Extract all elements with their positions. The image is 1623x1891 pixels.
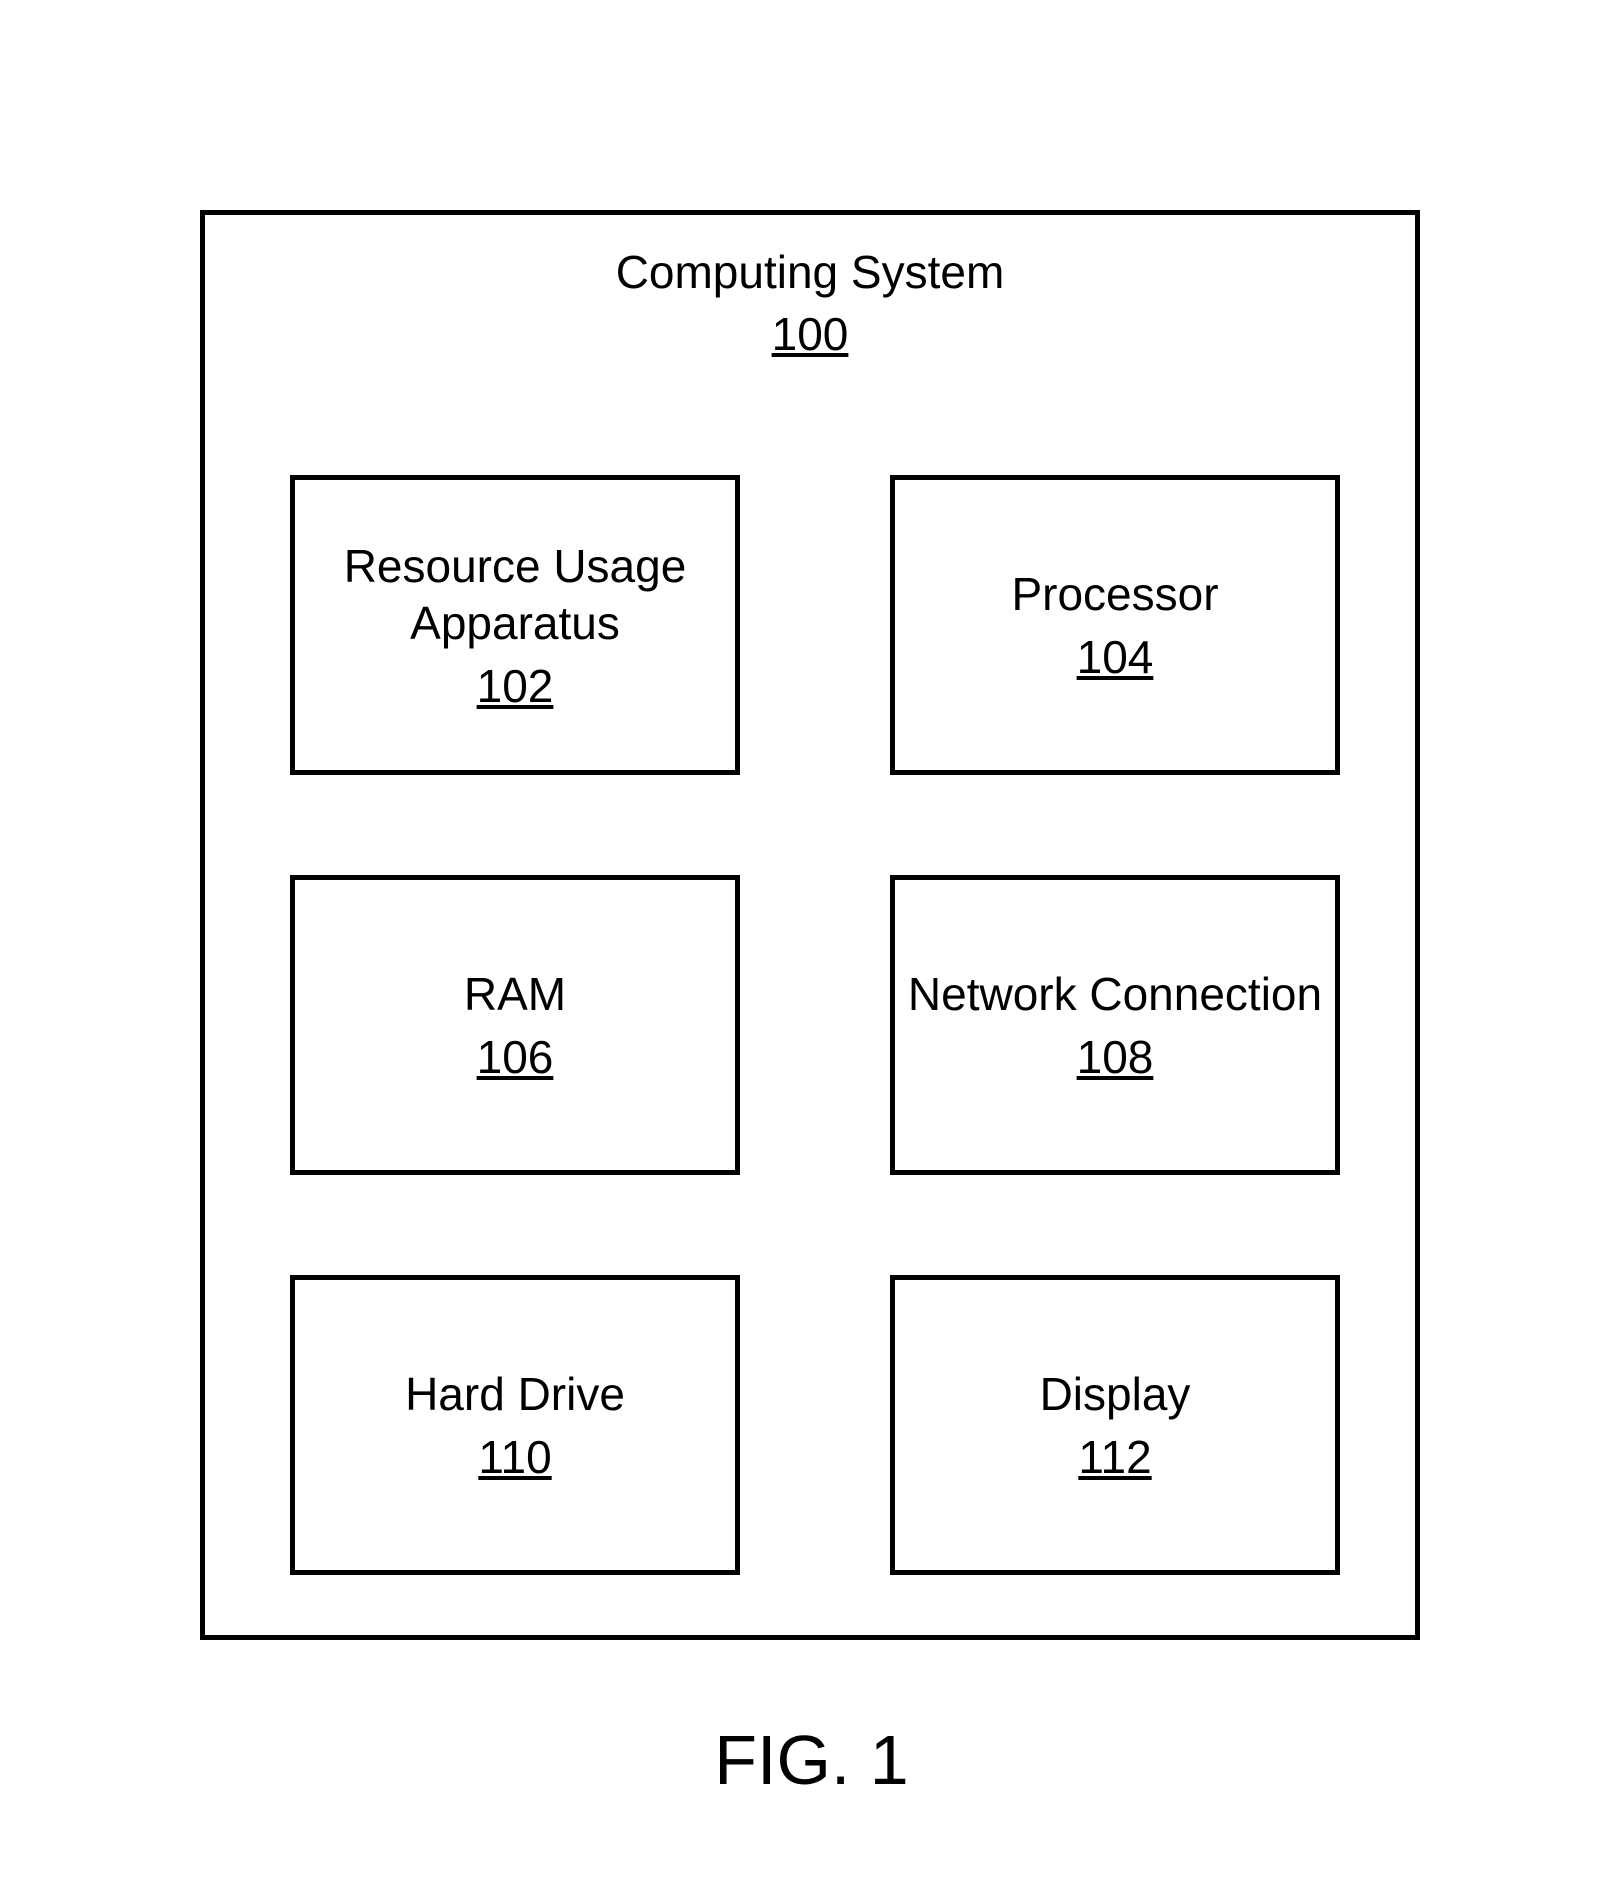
computing-system-box: Computing System 100 Resource Usage Appa…	[200, 210, 1420, 1640]
component-network-connection: Network Connection 108	[890, 875, 1340, 1175]
figure-caption: FIG. 1	[0, 1720, 1623, 1800]
component-label: Display	[1040, 1366, 1191, 1424]
component-hard-drive: Hard Drive 110	[290, 1275, 740, 1575]
system-title: Computing System	[205, 243, 1415, 303]
component-label: Network Connection	[908, 966, 1322, 1024]
component-resource-usage-apparatus: Resource Usage Apparatus 102	[290, 475, 740, 775]
component-ref: 112	[1078, 1430, 1151, 1484]
component-ref: 106	[477, 1030, 554, 1084]
component-ram: RAM 106	[290, 875, 740, 1175]
system-ref: 100	[205, 307, 1415, 361]
components-grid: Resource Usage Apparatus 102 Processor 1…	[290, 475, 1340, 1575]
component-label: Processor	[1011, 566, 1218, 624]
component-display: Display 112	[890, 1275, 1340, 1575]
component-processor: Processor 104	[890, 475, 1340, 775]
component-ref: 104	[1077, 630, 1154, 684]
component-ref: 102	[477, 659, 554, 713]
component-ref: 108	[1077, 1030, 1154, 1084]
component-label: Hard Drive	[405, 1366, 625, 1424]
component-ref: 110	[478, 1430, 551, 1484]
component-label: Resource Usage Apparatus	[305, 538, 725, 653]
component-label: RAM	[464, 966, 566, 1024]
